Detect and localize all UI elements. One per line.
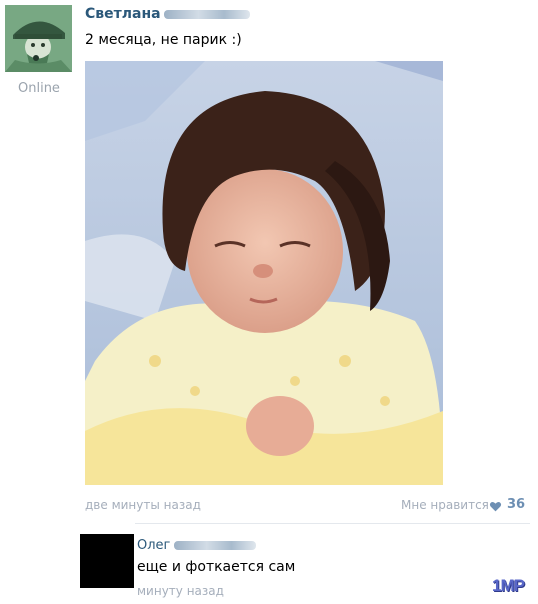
comment-author-surname-blurred [174,541,256,550]
online-status: Online [18,81,60,96]
comment-author-name-link[interactable]: Олег [137,538,170,553]
watermark-logo: 1MP [492,576,525,595]
author-name-link[interactable]: Светлана [85,6,161,22]
like-button[interactable]: Мне нравится [401,498,489,512]
heart-icon[interactable] [489,498,502,512]
comment-time-link[interactable]: минуту назад [137,584,224,598]
comments-divider [135,523,530,524]
comment-text: еще и фоткается сам [137,559,296,575]
like-count[interactable]: 36 [507,497,525,512]
comment-author-avatar[interactable] [80,534,134,588]
post-time-link[interactable]: две минуты назад [85,498,201,512]
author-surname-blurred [164,10,250,19]
post-photo[interactable] [85,61,443,485]
post-text: 2 месяца, не парик :) [85,32,242,48]
author-avatar[interactable] [5,5,72,72]
